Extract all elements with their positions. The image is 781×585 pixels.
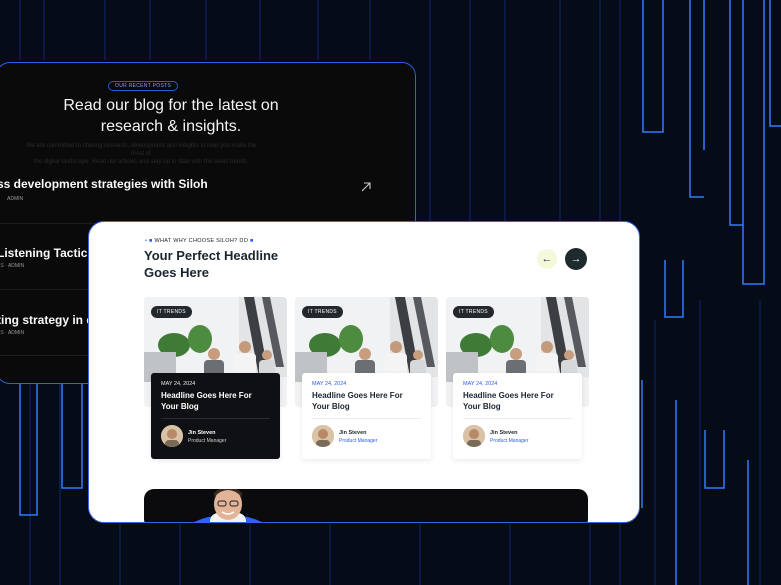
kicker-dot-icon: • ■: [145, 238, 155, 244]
author-role: Product Manager: [339, 438, 378, 444]
post-date: MAY 24, 2024: [161, 381, 196, 387]
avatar: [161, 425, 183, 447]
post-title[interactable]: Headline Goes Here For Your Blog: [463, 390, 573, 412]
divider: [312, 418, 421, 419]
prev-slide-button[interactable]: ←: [537, 249, 557, 269]
author-name: Jin Steven: [188, 430, 216, 436]
post-date: MAY 24, 2024: [463, 381, 498, 387]
blog-card[interactable]: IT TRENDS MAY 24, 2024 Headline Goes Her…: [446, 297, 589, 459]
arrow-up-right-icon[interactable]: [360, 181, 372, 193]
post-date: MAY 24, 2024: [312, 381, 347, 387]
divider: [463, 418, 572, 419]
post-title[interactable]: Listening Tactics: [0, 246, 94, 260]
post-meta: ADMIN: [7, 196, 23, 202]
subtext-line-1: We are committed to sharing research, de…: [25, 143, 257, 157]
post-author: ADMIN: [7, 196, 24, 202]
arrow-left-icon: ←: [541, 253, 553, 265]
subtext-line-2: the digital landscape. Read our articles…: [33, 159, 249, 165]
author-name: Jin Steven: [490, 430, 518, 436]
post-title[interactable]: ting strategy in d: [0, 313, 94, 327]
post-title[interactable]: Headline Goes Here For Your Blog: [161, 390, 271, 412]
blog-card[interactable]: IT TRENDS MAY 24, 2024 Headline Goes Her…: [144, 297, 287, 459]
avatar: [312, 425, 334, 447]
arrow-right-icon: →: [570, 253, 582, 265]
kicker-dot-icon: ■: [248, 238, 254, 244]
section-headline: Your Perfect Headline Goes Here: [144, 247, 304, 281]
divider: [161, 418, 270, 419]
post-author: ADMIN: [7, 330, 25, 336]
post-category: SS: [0, 330, 4, 336]
author-name: Jin Steven: [339, 430, 367, 436]
headline-line-1: Your Perfect Headline: [144, 248, 279, 263]
headline-line-2: Goes Here: [144, 265, 210, 280]
section-eyebrow-badge: OUR RECENT POSTS: [108, 81, 179, 91]
blog-card-info: MAY 24, 2024 Headline Goes Here For Your…: [453, 373, 582, 459]
category-tag[interactable]: IT TRENDS: [453, 306, 494, 318]
post-title[interactable]: Headline Goes Here For Your Blog: [312, 390, 422, 412]
heading-line-1: Read our blog for the latest on: [63, 97, 279, 114]
blog-card[interactable]: IT TRENDS MAY 24, 2024 Headline Goes Her…: [295, 297, 438, 459]
post-meta: SS ◦ ADMIN: [0, 263, 24, 269]
blog-section-card: • ■ WHAT WHY CHOOSE SILOH? DO ■ Your Per…: [88, 221, 640, 523]
section-heading: Read our blog for the latest on research…: [21, 95, 321, 137]
post-meta: SS ◦ ADMIN: [0, 330, 24, 336]
category-tag[interactable]: IT TRENDS: [151, 306, 192, 318]
next-slide-button[interactable]: →: [565, 248, 587, 270]
heading-line-2: research & insights.: [100, 118, 242, 135]
author-role: Product Manager: [188, 438, 227, 444]
blog-card-info: MAY 24, 2024 Headline Goes Here For Your…: [151, 373, 280, 459]
post-author: ADMIN: [7, 263, 25, 269]
section-kicker: • ■ WHAT WHY CHOOSE SILOH? DO ■: [145, 238, 254, 244]
testimonial-banner: [144, 489, 588, 522]
post-title[interactable]: ss development strategies with Siloh: [0, 177, 208, 191]
avatar: [463, 425, 485, 447]
section-subtext: We are committed to sharing research, de…: [21, 142, 261, 166]
blog-card-info: MAY 24, 2024 Headline Goes Here For Your…: [302, 373, 431, 459]
post-category: SS: [0, 263, 4, 269]
person-photo-illustration: [194, 489, 262, 522]
category-tag[interactable]: IT TRENDS: [302, 306, 343, 318]
author-role: Product Manager: [490, 438, 529, 444]
